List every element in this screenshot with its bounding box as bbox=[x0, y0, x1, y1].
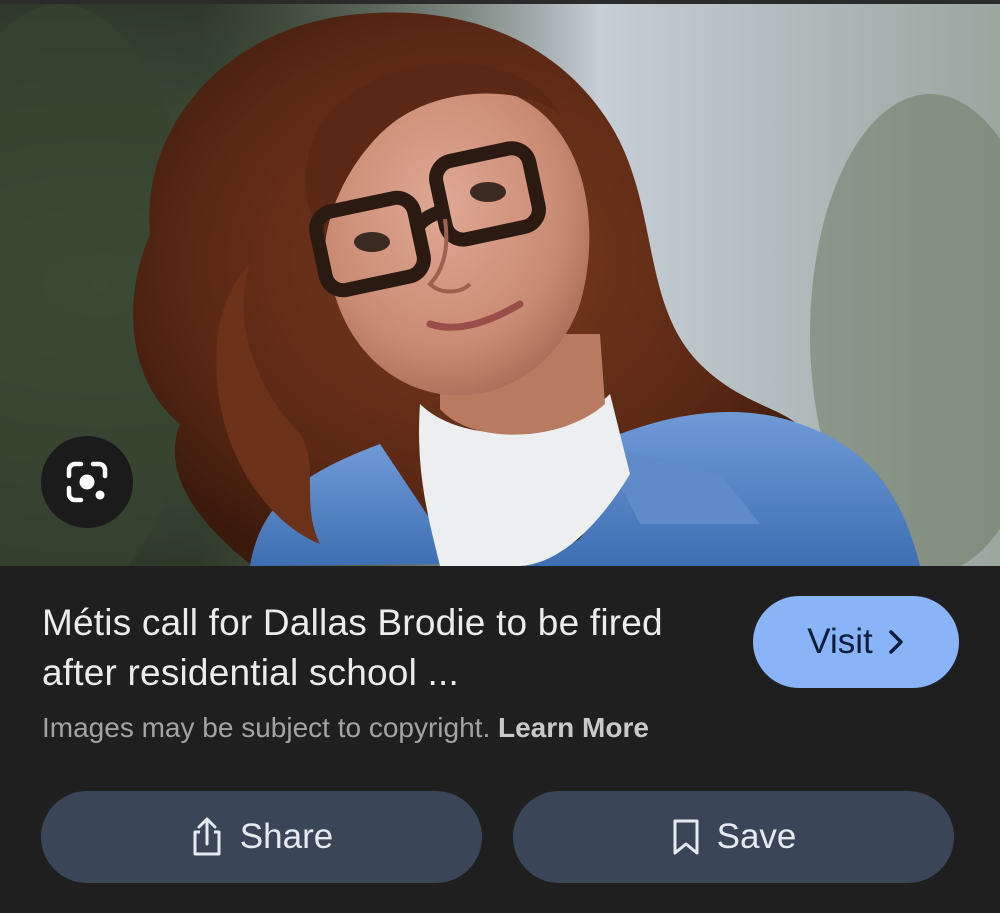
image-result-viewer: Métis call for Dallas Brodie to be fired… bbox=[0, 0, 1000, 913]
copyright-text: Images may be subject to copyright. bbox=[42, 712, 491, 743]
google-lens-button[interactable] bbox=[41, 436, 133, 528]
visit-button-label: Visit bbox=[807, 622, 873, 661]
learn-more-link[interactable]: Learn More bbox=[498, 712, 649, 743]
save-button[interactable]: Save bbox=[513, 791, 954, 883]
portrait-photo bbox=[0, 4, 1000, 566]
google-lens-icon bbox=[66, 461, 108, 503]
result-info-panel: Métis call for Dallas Brodie to be fired… bbox=[0, 566, 1000, 913]
copyright-notice: Images may be subject to copyright. Lear… bbox=[42, 710, 802, 746]
bookmark-icon bbox=[673, 819, 699, 855]
share-icon bbox=[193, 817, 221, 856]
chevron-right-icon bbox=[889, 630, 903, 654]
result-image[interactable] bbox=[0, 4, 1000, 566]
save-button-label: Save bbox=[716, 817, 797, 856]
share-button-label: Share bbox=[239, 817, 334, 856]
share-button[interactable]: Share bbox=[41, 791, 482, 883]
visit-button[interactable]: Visit bbox=[753, 596, 959, 688]
result-title[interactable]: Métis call for Dallas Brodie to be fired… bbox=[42, 598, 722, 698]
